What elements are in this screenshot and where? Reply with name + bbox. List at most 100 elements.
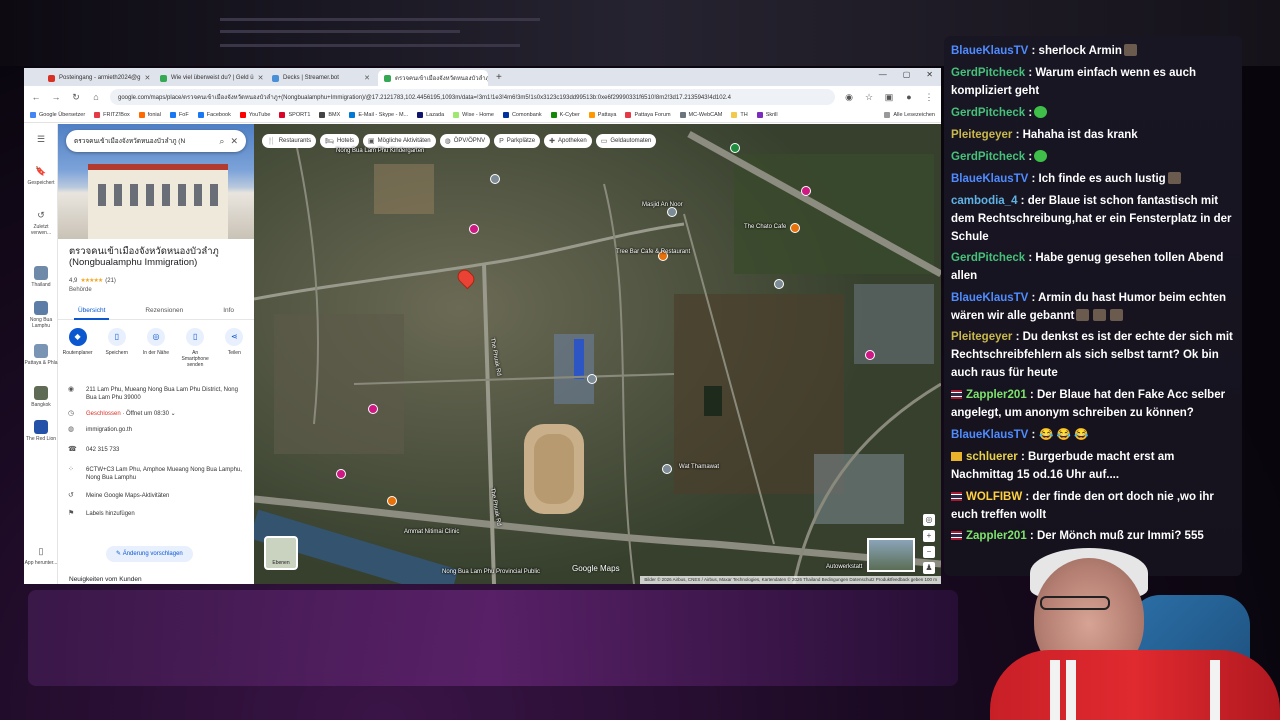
address-bar[interactable]: google.com/maps/place/ตรวจคนเข้าเมืองจัง… [110, 89, 835, 105]
map-poi-icon[interactable] [790, 223, 800, 233]
map-poi-icon[interactable] [387, 496, 397, 506]
rail-pattaya[interactable]: Pattaya & Phla [24, 344, 58, 366]
chat-username[interactable]: Pleitegeyer [951, 331, 1012, 343]
bookmark-item[interactable]: SPORT1 [279, 112, 310, 118]
tab-info[interactable]: Info [223, 302, 234, 319]
map-poi-icon[interactable] [490, 174, 500, 184]
bookmark-item[interactable]: Alle Lesezeichen [884, 112, 935, 118]
suggest-edit-button[interactable]: ✎ Änderung vorschlagen [106, 546, 193, 562]
info-labels[interactable]: ⚑ Labels hinzufügen [58, 510, 254, 518]
rail-bangkok[interactable]: Bangkok [24, 386, 58, 408]
bookmark-item[interactable]: Pattaya [588, 112, 616, 118]
share-button[interactable]: ⋖ Teilen [217, 328, 251, 368]
close-icon[interactable]: ✕ [230, 136, 238, 147]
chat-username[interactable]: GerdPitcheck [951, 107, 1025, 119]
bookmark-item[interactable]: FoF [169, 112, 189, 118]
map-poi-icon[interactable] [368, 404, 378, 414]
reload-icon[interactable]: ↻ [70, 92, 82, 103]
info-pluscode[interactable]: ⁘ 6CTW+C3 Lam Phu, Amphoe Mueang Nong Bua… [58, 466, 254, 482]
tab-overview[interactable]: Übersicht [73, 302, 110, 320]
browser-tab[interactable]: Wie viel überweist du? | Geld ü ✕ [154, 70, 264, 86]
directions-button[interactable]: ◆ Routenplaner [61, 328, 95, 368]
search-input[interactable]: ตรวจคนเข้าเมืองจังหวัดหนองบัวลำภู (N [74, 136, 213, 146]
chat-username[interactable]: BlaueKlausTV [951, 292, 1028, 304]
maximize-icon[interactable]: ▢ [903, 70, 911, 79]
bookmark-item[interactable]: Google Übersetzer [30, 112, 85, 118]
new-tab-button[interactable]: + [490, 70, 508, 86]
bookmark-item[interactable]: E-Mail - Skype - M... [349, 112, 408, 118]
forward-icon[interactable]: → [50, 92, 62, 102]
map-poi-icon[interactable] [662, 464, 672, 474]
chat-username[interactable]: WOLFIBW [966, 491, 1022, 503]
close-icon[interactable]: ✕ [258, 74, 264, 82]
review-count[interactable]: (21) [105, 278, 116, 284]
chat-username[interactable]: Pleitegeyer [951, 129, 1012, 141]
map-label[interactable]: Nong Bua Lam Phu Kindergarten [336, 148, 424, 154]
close-window-icon[interactable]: ✕ [926, 70, 933, 79]
chip-atms[interactable]: ▭ Geldautomaten [595, 134, 657, 148]
chat-username[interactable]: BlaueKlausTV [951, 45, 1028, 57]
star-icon[interactable]: ☆ [863, 92, 875, 103]
bookmark-item[interactable]: MC-WebCAM [679, 112, 722, 118]
map-poi-icon[interactable] [587, 374, 597, 384]
map-poi-icon[interactable] [801, 186, 811, 196]
save-button[interactable]: ▯ Speichern [100, 328, 134, 368]
bookmark-item[interactable]: BMX [319, 112, 340, 118]
chip-pharmacies[interactable]: ✚ Apotheken [544, 134, 592, 148]
bookmark-item[interactable]: Comonbank [502, 112, 542, 118]
rail-saved[interactable]: 🔖 Gespeichert [24, 164, 58, 186]
home-icon[interactable]: ⌂ [90, 92, 102, 102]
chat-username[interactable]: Zappler201 [966, 389, 1027, 401]
rail-thailand[interactable]: Thailand [24, 266, 58, 288]
chip-transit[interactable]: ◍ ÖPV/ÖPNV [439, 134, 491, 148]
nearby-button[interactable]: ◎ In der Nähe [139, 328, 173, 368]
map-label[interactable]: The Chato Cafe [744, 224, 786, 230]
browser-tab[interactable]: Decks | Streamer.bot ✕ [266, 70, 376, 86]
map-label[interactable]: Tree Bar Cafe & Restaurant [616, 249, 690, 255]
map-label[interactable]: Autowerkstatt [826, 564, 862, 570]
browser-tab[interactable]: Posteingang - armieth2024@g ✕ [42, 70, 152, 86]
zoom-in-button[interactable]: + [923, 530, 935, 542]
close-icon[interactable]: ✕ [144, 74, 150, 82]
chat-username[interactable]: schluerer [966, 451, 1018, 463]
tab-reviews[interactable]: Rezensionen [145, 302, 183, 319]
rail-recent[interactable]: ↺ Zuletzt verwen... [24, 208, 58, 236]
chat-username[interactable]: BlaueKlausTV [951, 173, 1028, 185]
chat-username[interactable]: GerdPitcheck [951, 252, 1025, 264]
info-address[interactable]: ◉ 211 Lam Phu, Mueang Nong Bua Lam Phu Di… [58, 386, 254, 402]
bookmark-item[interactable]: FRITZ!Box [94, 112, 130, 118]
map-poi-icon[interactable] [469, 224, 479, 234]
place-category[interactable]: Behörde [69, 287, 92, 293]
chat-username[interactable]: GerdPitcheck [951, 67, 1025, 79]
street-view-thumbnail[interactable] [867, 538, 915, 572]
chat-username[interactable]: cambodia_4 [951, 195, 1017, 207]
chip-hotels[interactable]: 🛏 Hotels [320, 134, 359, 148]
bookmark-item[interactable]: Skrill [756, 112, 778, 118]
bookmark-item[interactable]: Pattaya Forum [625, 112, 671, 118]
info-website[interactable]: ◍ immigration.go.th [58, 426, 254, 434]
search-box[interactable]: ตรวจคนเข้าเมืองจังหวัดหนองบัวลำภู (N ⌕ ✕ [66, 130, 246, 152]
bookmark-item[interactable]: Facebook [197, 112, 231, 118]
rail-red-lion[interactable]: The Red Lion [24, 420, 58, 442]
map-label[interactable]: Wat Thamawat [679, 464, 719, 470]
map-poi-icon[interactable] [336, 469, 346, 479]
close-icon[interactable]: ✕ [364, 74, 370, 82]
info-activity[interactable]: ↺ Meine Google Maps-Aktivitäten [58, 492, 254, 500]
search-icon[interactable]: ⌕ [219, 136, 224, 147]
bookmark-item[interactable]: Wise - Home [453, 112, 494, 118]
map-label[interactable]: Ammat Nitimai Clinic [404, 529, 459, 535]
menu-icon[interactable]: ⋮ [923, 92, 935, 103]
location-icon[interactable]: ◉ [843, 92, 855, 103]
browser-tab-active[interactable]: ตรวจคนเข้าเมืองจังหวัดหนองบัวลำภู✕ [378, 70, 488, 86]
pegman-icon[interactable]: ♟ [923, 562, 935, 574]
info-hours[interactable]: ◷ Geschlossen · Öffnet um 08:30 ⌄ [58, 410, 254, 418]
map-poi-icon[interactable] [774, 279, 784, 289]
map-poi-icon[interactable] [667, 207, 677, 217]
chevron-down-icon[interactable]: ⌄ [171, 411, 176, 417]
satellite-map[interactable]: 🍴 Restaurants 🛏 Hotels ▣ Mögliche Aktivität… [254, 124, 941, 584]
menu-button[interactable]: ☰ [24, 132, 58, 148]
map-poi-icon[interactable] [730, 143, 740, 153]
chat-username[interactable]: BlaueKlausTV [951, 429, 1028, 441]
bookmark-item[interactable]: TH [731, 112, 748, 118]
chip-activities[interactable]: ▣ Mögliche Aktivitäten [362, 134, 436, 148]
